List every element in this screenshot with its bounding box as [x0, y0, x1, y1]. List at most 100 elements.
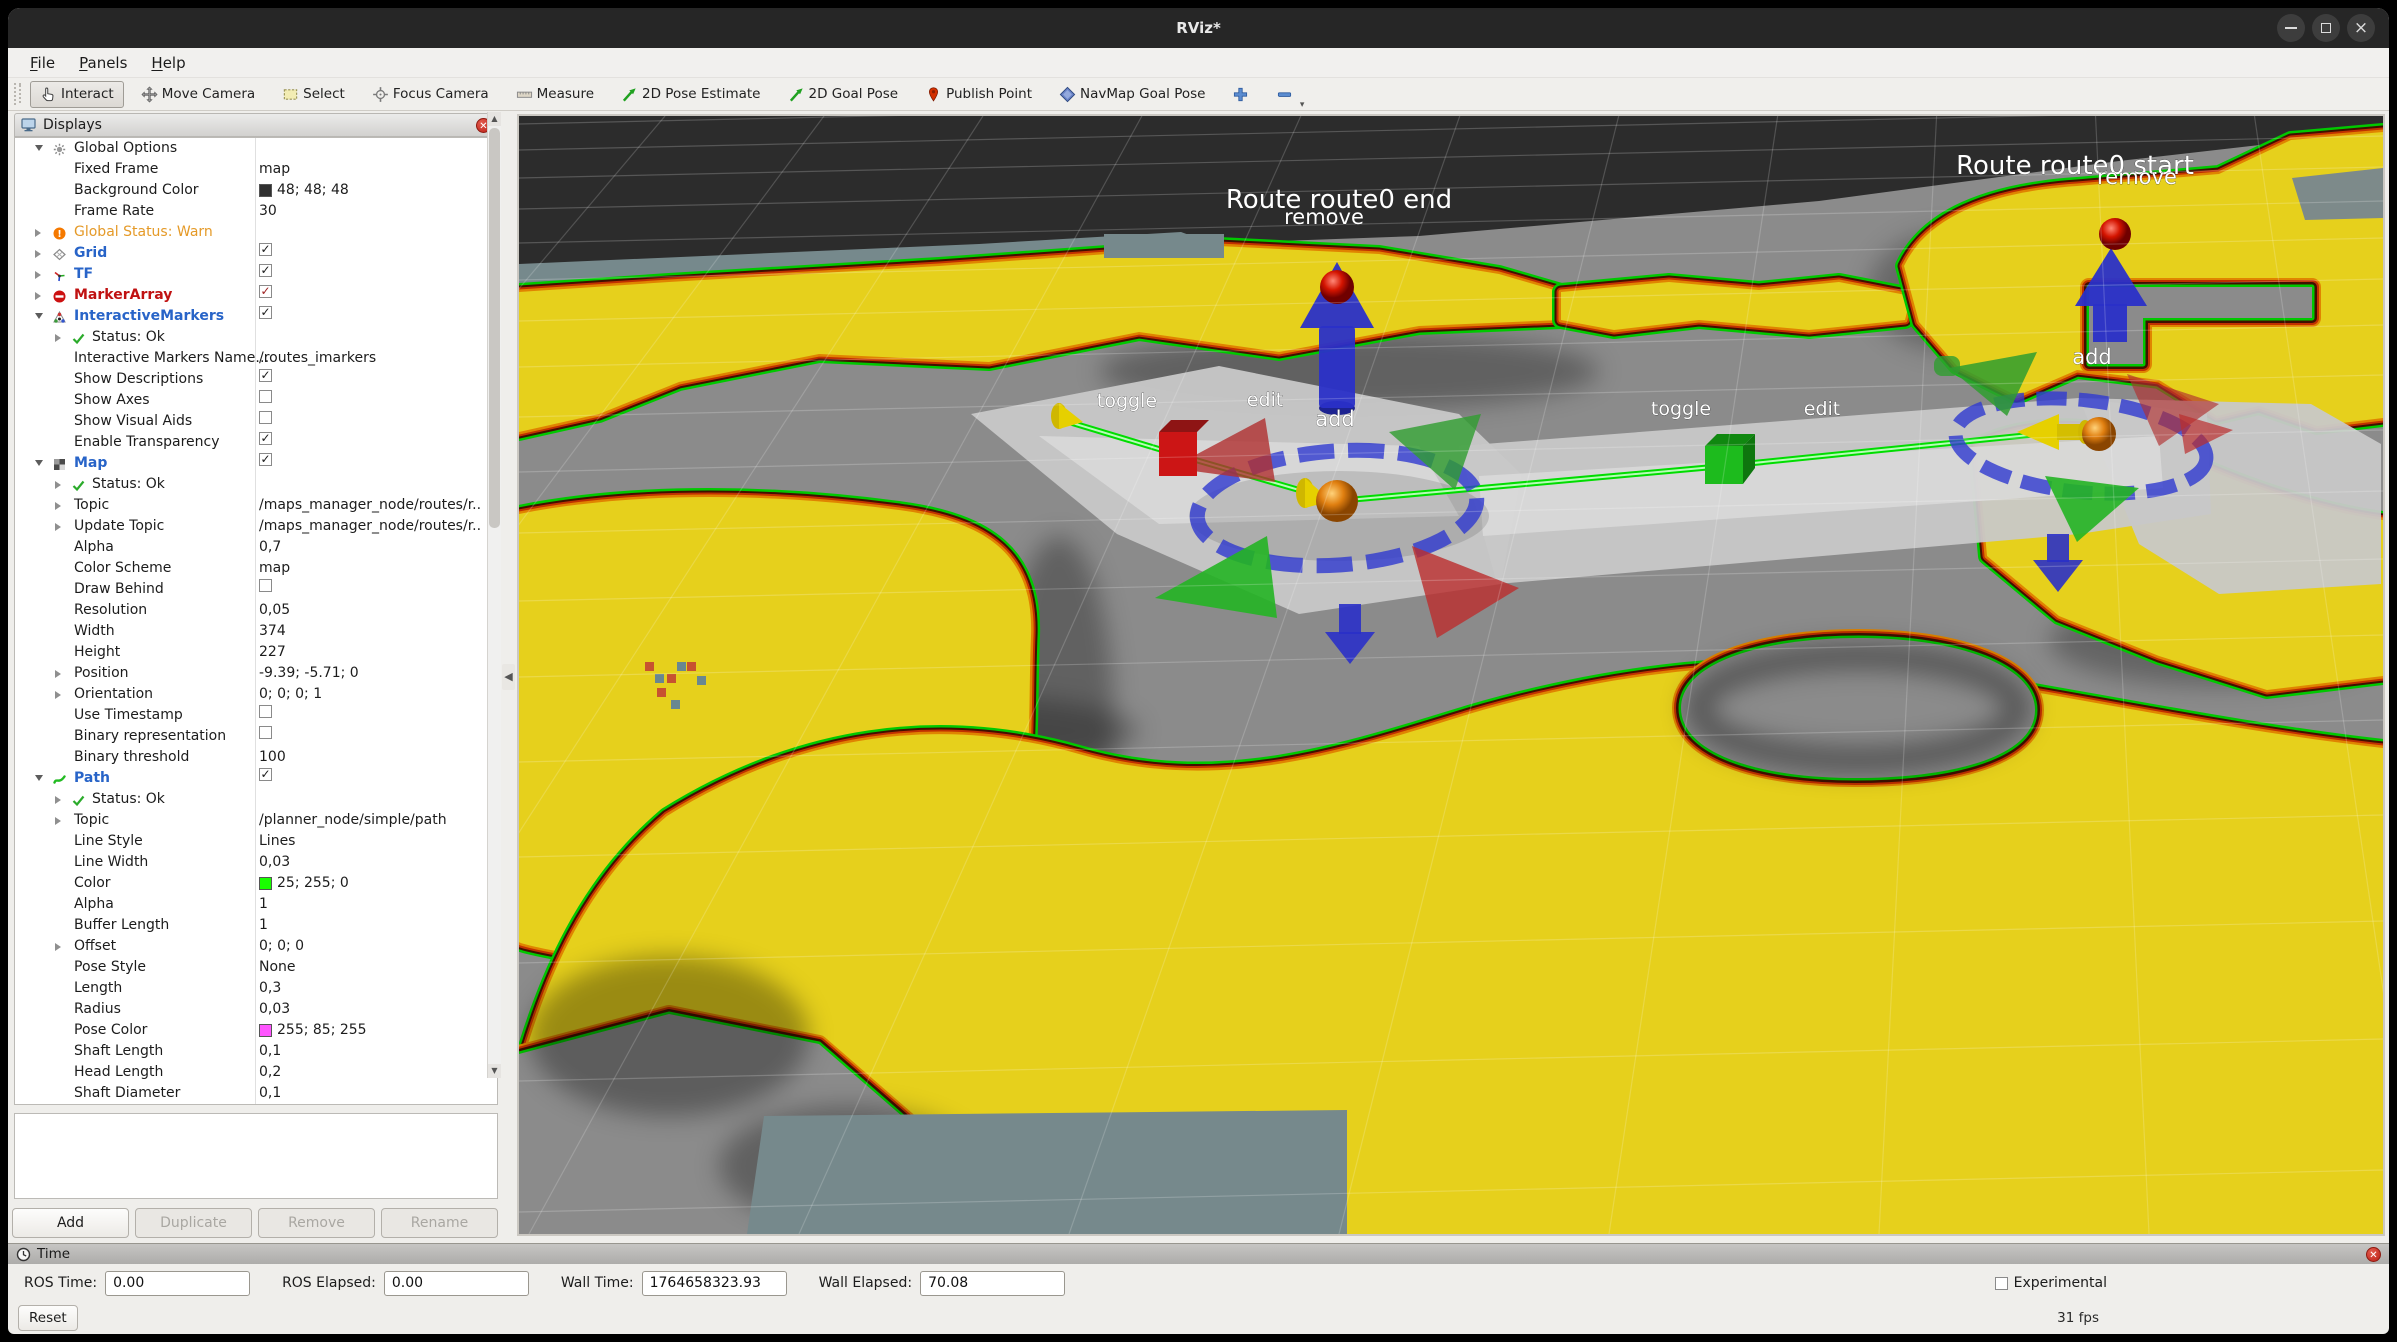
- property-value[interactable]: map: [259, 558, 290, 579]
- wall-elapsed-input[interactable]: [920, 1271, 1065, 1296]
- property-value[interactable]: ✓: [259, 285, 272, 298]
- imarker-mid-cube[interactable]: [1705, 434, 1755, 484]
- property-value[interactable]: [259, 411, 272, 424]
- property-value[interactable]: ✓: [259, 369, 272, 382]
- collapse-arrow-icon[interactable]: [55, 670, 61, 678]
- checkbox-checked[interactable]: ✓: [259, 285, 272, 298]
- property-value[interactable]: 0,7: [259, 537, 281, 558]
- tree-row-pose-color[interactable]: Pose Color255; 85; 255: [15, 1020, 497, 1041]
- collapse-arrow-icon[interactable]: [35, 271, 41, 279]
- collapse-arrow-icon[interactable]: [55, 943, 61, 951]
- tree-row-orientation[interactable]: Orientation0; 0; 0; 1: [15, 684, 497, 705]
- tree-row-pose-style[interactable]: Pose StyleNone: [15, 957, 497, 978]
- property-value[interactable]: -9.39; -5.71; 0: [259, 663, 359, 684]
- tree-row-show-visual-aids[interactable]: Show Visual Aids: [15, 411, 497, 432]
- waypoint-cube-red[interactable]: [1159, 432, 1197, 476]
- property-value[interactable]: map: [259, 159, 290, 180]
- tree-row-alpha[interactable]: Alpha0,7: [15, 537, 497, 558]
- tree-row-show-axes[interactable]: Show Axes: [15, 390, 497, 411]
- tool-select[interactable]: Select: [272, 81, 355, 108]
- displays-panel-header[interactable]: Displays ✕: [14, 113, 498, 137]
- tree-row-color-scheme[interactable]: Color Schememap: [15, 558, 497, 579]
- waypoint-sphere-end[interactable]: [1316, 480, 1358, 522]
- menu-help[interactable]: Help: [139, 50, 197, 76]
- remove-button[interactable]: Remove: [258, 1208, 375, 1238]
- property-value[interactable]: 1: [259, 894, 268, 915]
- tree-row-status-ok[interactable]: Status: Ok: [15, 474, 497, 495]
- time-panel-close-icon[interactable]: ✕: [2366, 1247, 2381, 1262]
- tree-row-offset[interactable]: Offset0; 0; 0: [15, 936, 497, 957]
- property-value[interactable]: 0,03: [259, 852, 290, 873]
- tree-row-color[interactable]: Color25; 255; 0: [15, 873, 497, 894]
- tree-row-interactivemarkers[interactable]: InteractiveMarkers✓: [15, 306, 497, 327]
- expand-arrow-icon[interactable]: [35, 775, 43, 781]
- tree-row-use-timestamp[interactable]: Use Timestamp: [15, 705, 497, 726]
- property-value[interactable]: 0,1: [259, 1041, 281, 1062]
- checkbox-checked[interactable]: ✓: [259, 243, 272, 256]
- property-value[interactable]: 48; 48; 48: [259, 180, 349, 201]
- rename-button[interactable]: Rename: [381, 1208, 498, 1238]
- tool-interact[interactable]: Interact: [30, 81, 124, 108]
- tree-row-status-ok[interactable]: Status: Ok: [15, 327, 497, 348]
- property-value[interactable]: ✓: [259, 432, 272, 445]
- menu-panels[interactable]: Panels: [67, 50, 139, 76]
- checkbox-unchecked[interactable]: [259, 705, 272, 718]
- maximize-button[interactable]: [2312, 14, 2340, 42]
- property-value[interactable]: /routes_imarkers: [259, 348, 376, 369]
- property-value[interactable]: [259, 705, 272, 718]
- property-value[interactable]: 25; 255; 0: [259, 873, 349, 894]
- experimental-checkbox[interactable]: [1995, 1277, 2008, 1290]
- property-value[interactable]: 0,1: [259, 1083, 281, 1104]
- tree-row-path[interactable]: Path✓: [15, 768, 497, 789]
- tree-row-fixed-frame[interactable]: Fixed Framemap: [15, 159, 497, 180]
- tree-row-line-width[interactable]: Line Width0,03: [15, 852, 497, 873]
- collapse-arrow-icon[interactable]: [55, 502, 61, 510]
- tree-row-draw-behind[interactable]: Draw Behind: [15, 579, 497, 600]
- expand-arrow-icon[interactable]: [35, 145, 43, 151]
- tool-publish-point[interactable]: Publish Point: [915, 81, 1042, 108]
- property-value[interactable]: 1: [259, 915, 268, 936]
- time-panel-header[interactable]: Time ✕: [8, 1243, 2389, 1264]
- tree-row-buffer-length[interactable]: Buffer Length1: [15, 915, 497, 936]
- property-value[interactable]: [259, 579, 272, 592]
- tree-row-frame-rate[interactable]: Frame Rate30: [15, 201, 497, 222]
- expand-arrow-icon[interactable]: [35, 460, 43, 466]
- tree-row-shaft-length[interactable]: Shaft Length0,1: [15, 1041, 497, 1062]
- property-value[interactable]: 0,2: [259, 1062, 281, 1083]
- property-value[interactable]: 0; 0; 0; 1: [259, 684, 322, 705]
- checkbox-checked[interactable]: ✓: [259, 453, 272, 466]
- tree-row-position[interactable]: Position-9.39; -5.71; 0: [15, 663, 497, 684]
- tree-row-head-length[interactable]: Head Length0,2: [15, 1062, 497, 1083]
- render-view[interactable]: Route route0 endremoveaddtoggleedittoggl…: [517, 114, 2385, 1236]
- collapse-arrow-icon[interactable]: [35, 292, 41, 300]
- property-value[interactable]: Lines: [259, 831, 295, 852]
- tree-scrollbar[interactable]: ▲ ▼: [487, 112, 501, 1078]
- collapse-arrow-icon[interactable]: [55, 334, 61, 342]
- checkbox-checked[interactable]: ✓: [259, 432, 272, 445]
- down-arrow-shaft-start[interactable]: [2047, 534, 2069, 562]
- tree-row-grid[interactable]: Grid✓: [15, 243, 497, 264]
- tool-plus-button[interactable]: [1222, 81, 1259, 108]
- tool-navmap-goal-pose[interactable]: NavMap Goal Pose: [1049, 81, 1215, 108]
- add-arrow-shaft-end[interactable]: [1319, 326, 1355, 408]
- tree-row-radius[interactable]: Radius0,03: [15, 999, 497, 1020]
- property-value[interactable]: /maps_manager_node/routes/r..: [259, 495, 481, 516]
- collapse-arrow-icon[interactable]: [35, 229, 41, 237]
- tool-2d-pose-estimate[interactable]: 2D Pose Estimate: [611, 81, 770, 108]
- collapse-arrow-icon[interactable]: [55, 691, 61, 699]
- ros-time-input[interactable]: [105, 1271, 250, 1296]
- add-arrow-shaft-start[interactable]: [2093, 304, 2127, 342]
- collapse-arrow-icon[interactable]: [35, 250, 41, 258]
- tree-row-resolution[interactable]: Resolution0,05: [15, 600, 497, 621]
- add-button[interactable]: Add: [12, 1208, 129, 1238]
- tree-row-map[interactable]: Map✓: [15, 453, 497, 474]
- scroll-down-icon[interactable]: ▼: [488, 1064, 501, 1078]
- checkbox-unchecked[interactable]: [259, 726, 272, 739]
- tree-row-tf[interactable]: TF✓: [15, 264, 497, 285]
- duplicate-button[interactable]: Duplicate: [135, 1208, 252, 1238]
- property-value[interactable]: [259, 726, 272, 739]
- menu-file[interactable]: File: [18, 50, 67, 76]
- property-value[interactable]: 255; 85; 255: [259, 1020, 367, 1041]
- collapse-arrow-icon[interactable]: [55, 796, 61, 804]
- property-value[interactable]: /planner_node/simple/path: [259, 810, 447, 831]
